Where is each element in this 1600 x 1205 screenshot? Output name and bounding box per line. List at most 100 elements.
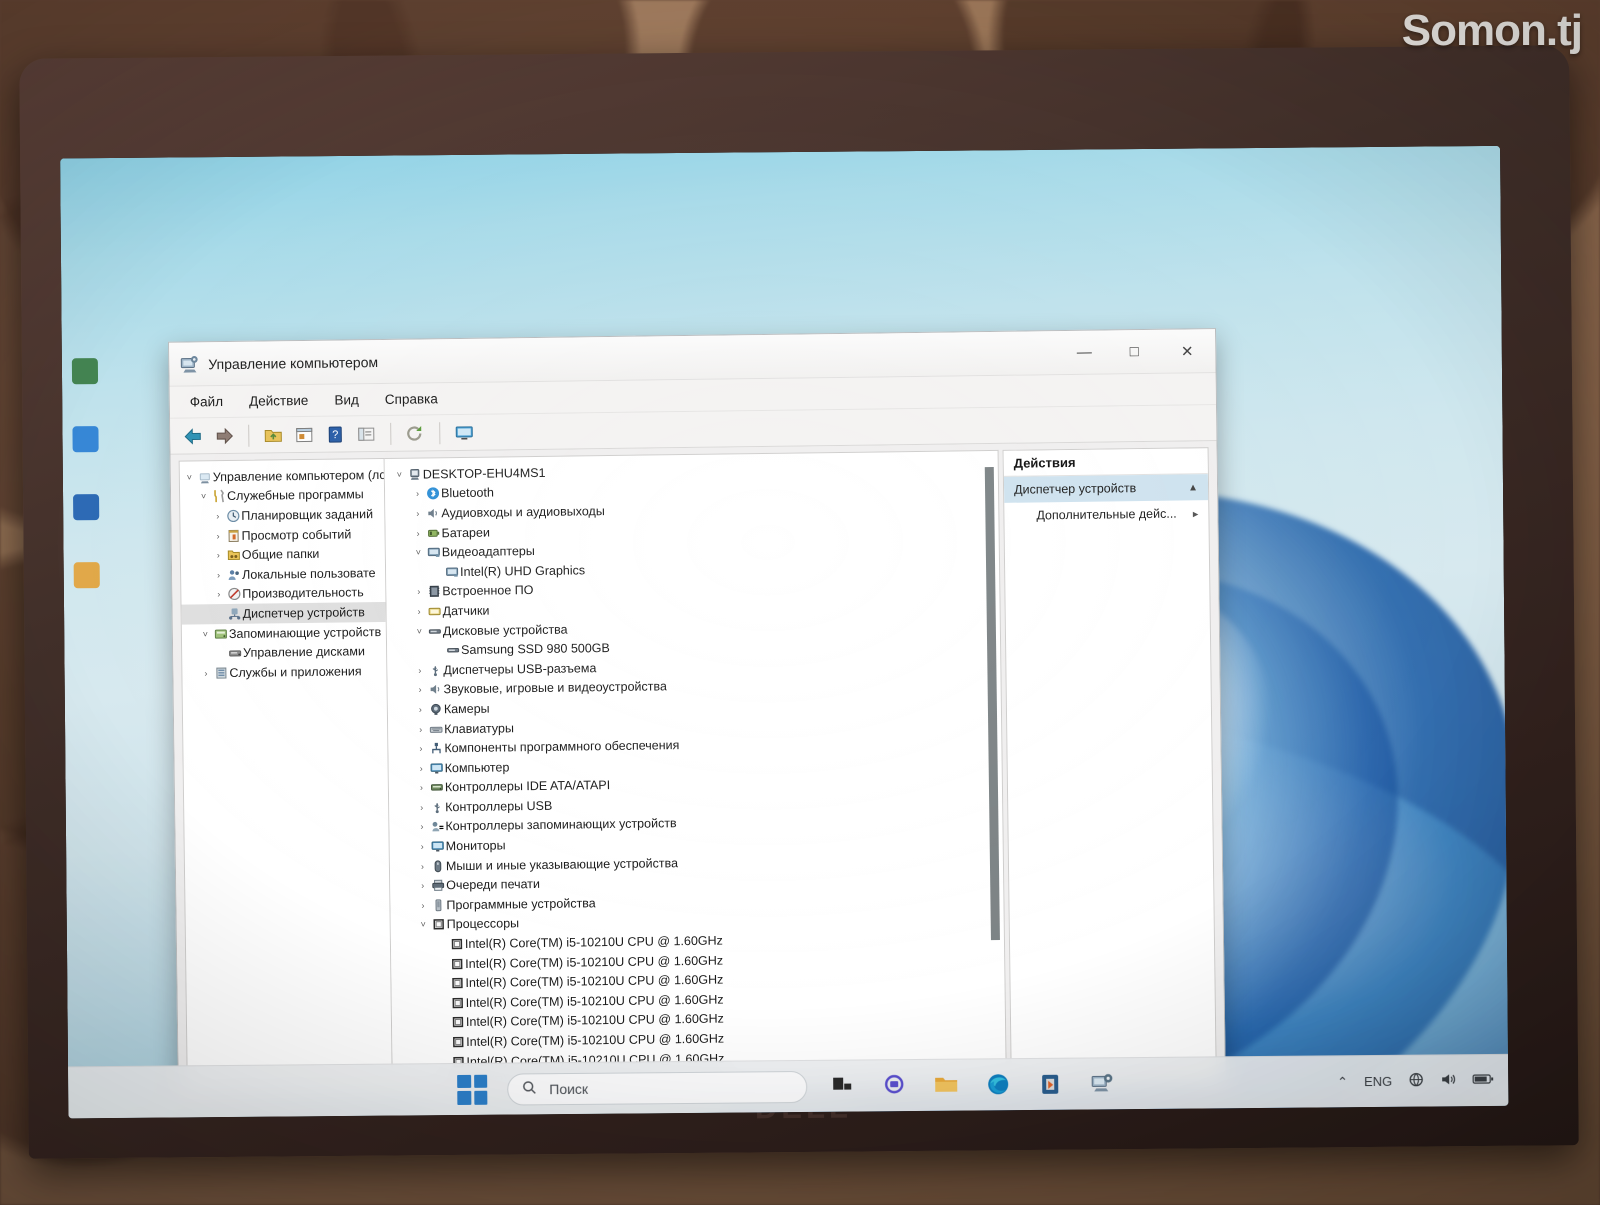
- chevron-up-icon[interactable]: ▲: [1188, 482, 1198, 493]
- software-device-icon: [429, 898, 446, 912]
- chevron-down-icon[interactable]: ˅: [393, 469, 406, 480]
- console-tree-item[interactable]: Диспетчер устройств: [181, 602, 386, 625]
- chevron-right-icon[interactable]: ›: [413, 665, 426, 675]
- close-button[interactable]: ✕: [1159, 329, 1216, 374]
- minimize-button[interactable]: —: [1059, 330, 1110, 375]
- computer-management-window[interactable]: Управление компьютером — □ ✕ Файл Действ…: [168, 328, 1226, 1100]
- desktop-icon[interactable]: [71, 358, 99, 385]
- chevron-right-icon[interactable]: ›: [212, 570, 225, 580]
- chevron-right-icon[interactable]: ›: [212, 550, 225, 560]
- console-tree-item-label: Службы и приложения: [229, 664, 362, 680]
- chevron-right-icon[interactable]: ›: [415, 763, 428, 773]
- console-tree-item[interactable]: ˅ Служебные программы: [180, 485, 384, 507]
- device-tree-item-label: Intel(R) Core(TM) i5-10210U CPU @ 1.60GH…: [465, 992, 724, 1010]
- help-icon[interactable]: ?: [322, 421, 348, 447]
- desktop-icon[interactable]: [73, 562, 100, 589]
- computer-management-taskbar-icon[interactable]: [1087, 1068, 1119, 1100]
- file-explorer-icon[interactable]: [931, 1069, 963, 1101]
- console-tree-item-label: Запоминающие устройств: [228, 624, 382, 641]
- display-icon[interactable]: [451, 419, 477, 445]
- language-indicator[interactable]: ENG: [1364, 1074, 1392, 1089]
- console-tree-item[interactable]: › Службы и приложения: [182, 661, 386, 683]
- tray-chevron-icon[interactable]: ⌃: [1337, 1074, 1348, 1090]
- system-tray[interactable]: ⌃ ENG: [1337, 1071, 1494, 1091]
- chevron-right-icon[interactable]: ›: [416, 841, 429, 852]
- chevron-right-icon[interactable]: ›: [211, 511, 224, 521]
- chevron-down-icon[interactable]: ˅: [199, 629, 212, 639]
- actions-pane-more-actions[interactable]: Дополнительные дейс... ▸: [1004, 500, 1208, 529]
- chevron-right-icon[interactable]: ›: [212, 531, 225, 541]
- start-button[interactable]: [457, 1074, 488, 1105]
- actions-pane-selected-item[interactable]: Диспетчер устройств ▲: [1003, 474, 1209, 503]
- console-tree-item[interactable]: › Общие папки: [181, 543, 385, 565]
- chevron-right-icon[interactable]: ›: [414, 744, 427, 754]
- console-tree-item[interactable]: › Локальные пользовате: [181, 563, 385, 585]
- search-input[interactable]: Поиск: [507, 1070, 808, 1106]
- device-tree-pane[interactable]: ˅ DESKTOP-EHU4MS1 › Bluetooth › Аудиовходы и …: [384, 449, 1007, 1086]
- console-tree-item[interactable]: ˅ Запоминающие устройств: [182, 622, 386, 644]
- actions-pane[interactable]: Действия Диспетчер устройств ▲ Дополните…: [1002, 447, 1217, 1078]
- forward-arrow-icon[interactable]: [211, 422, 237, 448]
- chevron-down-icon[interactable]: ˅: [412, 548, 425, 558]
- chevron-right-icon[interactable]: ›: [414, 685, 427, 695]
- chevron-right-icon[interactable]: ›: [411, 508, 424, 518]
- chevron-right-icon[interactable]: ›: [415, 802, 428, 812]
- task-view-icon[interactable]: [827, 1070, 859, 1102]
- chat-icon[interactable]: [879, 1070, 911, 1102]
- chevron-right-icon[interactable]: ›: [413, 606, 426, 616]
- chevron-right-icon[interactable]: ›: [415, 822, 428, 832]
- chevron-down-icon[interactable]: ˅: [197, 492, 210, 502]
- processor-icon: [448, 937, 465, 951]
- show-hide-console-tree-icon[interactable]: [353, 421, 379, 447]
- console-tree-item[interactable]: Управление дисками: [182, 641, 386, 663]
- volume-icon[interactable]: [1440, 1071, 1456, 1090]
- menu-item-help[interactable]: Справка: [385, 391, 438, 407]
- console-tree-item[interactable]: ˅ Управление компьютером (лс: [180, 465, 384, 487]
- chevron-right-icon[interactable]: ›: [416, 881, 429, 891]
- up-folder-icon[interactable]: [260, 422, 286, 448]
- refresh-icon[interactable]: [402, 420, 428, 446]
- network-icon[interactable]: [1408, 1072, 1424, 1091]
- chevron-down-icon[interactable]: ˅: [183, 472, 196, 482]
- desktop-icon[interactable]: [73, 494, 100, 521]
- maximize-button[interactable]: □: [1109, 329, 1160, 374]
- chevron-right-icon[interactable]: ›: [414, 724, 427, 734]
- menu-item-view[interactable]: Вид: [334, 392, 359, 407]
- store-icon[interactable]: [1035, 1068, 1067, 1100]
- console-tree-item[interactable]: › Планировщик заданий: [180, 504, 384, 526]
- storage-icon: [212, 627, 229, 641]
- device-tree[interactable]: ˅ DESKTOP-EHU4MS1 › Bluetooth › Аудиовходы и …: [385, 457, 1006, 1086]
- clock-icon: [224, 509, 241, 523]
- chevron-down-icon[interactable]: ˅: [417, 920, 430, 930]
- device-tree-item-label: Программные устройства: [446, 896, 596, 913]
- chevron-right-icon[interactable]: ›: [212, 589, 225, 599]
- device-tree-item-label: Компоненты программного обеспечения: [444, 738, 680, 756]
- chevron-right-icon[interactable]: ›: [416, 861, 429, 871]
- device-tree-item-label: Intel(R) Core(TM) i5-10210U CPU @ 1.60GH…: [465, 1011, 724, 1030]
- disk-drive-icon: [444, 643, 461, 657]
- console-tree-pane[interactable]: ˅ Управление компьютером (лс ˅ Служебные пр…: [178, 457, 393, 1089]
- device-tree-item-label: Видеоадаптеры: [441, 544, 535, 560]
- chevron-right-icon[interactable]: ›: [411, 489, 424, 499]
- back-arrow-icon[interactable]: [180, 423, 206, 449]
- chevron-right-icon[interactable]: ›: [414, 704, 427, 714]
- console-tree-item[interactable]: › Производительность: [181, 583, 385, 605]
- console-tree-item[interactable]: › Просмотр событий: [180, 524, 384, 546]
- chevron-right-icon[interactable]: ›: [412, 587, 425, 597]
- window-controls[interactable]: — □ ✕: [1059, 329, 1216, 375]
- device-tree-item-label: Встроенное ПО: [442, 583, 534, 599]
- menu-item-action[interactable]: Действие: [249, 393, 309, 409]
- desktop-icon[interactable]: [72, 426, 99, 453]
- chevron-right-icon[interactable]: ›: [416, 900, 429, 910]
- chevron-right-icon[interactable]: ›: [199, 668, 212, 678]
- chevron-right-icon[interactable]: ›: [415, 783, 428, 793]
- device-tree-item-label: Intel(R) Core(TM) i5-10210U CPU @ 1.60GH…: [464, 933, 723, 951]
- edge-icon[interactable]: [983, 1069, 1015, 1101]
- battery-icon[interactable]: [1472, 1072, 1494, 1089]
- menu-item-file[interactable]: Файл: [190, 394, 223, 409]
- console-tree-item-label: Управление компьютером (лс: [212, 467, 384, 485]
- computer-icon: [196, 470, 213, 484]
- properties-icon[interactable]: [291, 421, 317, 447]
- chevron-right-icon[interactable]: ›: [412, 528, 425, 538]
- chevron-down-icon[interactable]: ˅: [413, 626, 426, 636]
